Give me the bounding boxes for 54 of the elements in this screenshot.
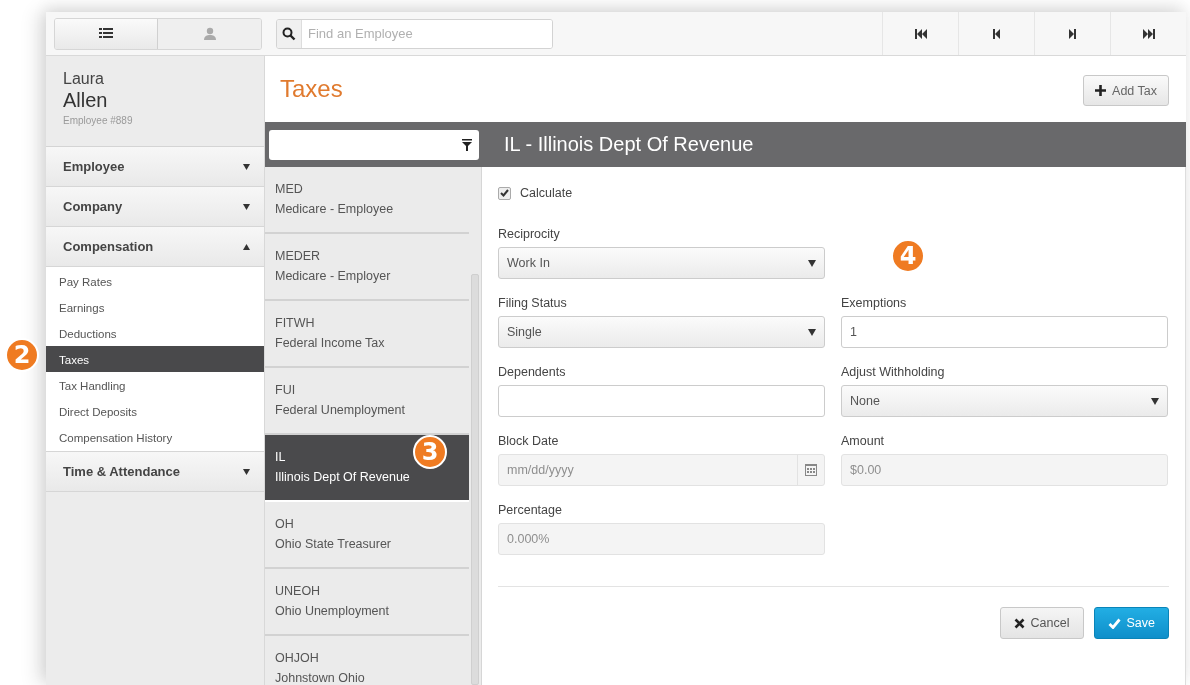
input-field[interactable]: 1 (841, 316, 1168, 348)
plus-icon (1095, 85, 1107, 96)
view-toggle-button[interactable] (158, 18, 261, 49)
check-icon (1107, 617, 1121, 629)
caret-down-icon (808, 259, 816, 267)
caret-down-icon (1151, 397, 1159, 405)
field-label: Amount (841, 434, 886, 449)
check-icon (500, 189, 509, 197)
calendar-icon (805, 464, 817, 476)
field-label: Exemptions (841, 296, 908, 311)
person-icon (202, 27, 217, 40)
first-page-icon (914, 27, 927, 40)
add-tax-button[interactable]: Add Tax (1083, 75, 1169, 106)
next-icon (1069, 27, 1076, 40)
nav-section-header[interactable]: Employee (46, 147, 264, 187)
view-toggle-button[interactable] (55, 18, 158, 49)
caret-up-icon (243, 243, 250, 250)
caret-down-icon (243, 468, 250, 475)
filter-field[interactable] (269, 129, 479, 160)
employee-first-name: Laura (63, 70, 105, 88)
field-label: Block Date (498, 434, 560, 449)
callout-badge: 2 (5, 338, 39, 372)
checkbox[interactable] (498, 186, 511, 200)
employee-number: Employee #889 (63, 115, 134, 126)
field-label: Reciprocity (498, 227, 561, 242)
last-page-icon (1142, 27, 1155, 40)
dropdown[interactable]: None (841, 385, 1168, 417)
caret-down-icon (243, 163, 250, 170)
filter-icon (462, 138, 472, 151)
dropdown[interactable]: Single (498, 316, 825, 348)
close-icon (1013, 617, 1025, 629)
previous-icon (993, 27, 1000, 40)
nav-section-header[interactable]: Compensation (46, 227, 264, 267)
field-label: Percentage (498, 503, 563, 518)
field-label: Dependents (498, 365, 567, 380)
caret-down-icon (808, 328, 816, 336)
dropdown[interactable]: Work In (498, 247, 825, 279)
field-label: Adjust Withholding (841, 365, 946, 380)
search-field[interactable]: Find an Employee (276, 18, 553, 49)
search-icon (282, 26, 296, 41)
employee-last-name: Allen (63, 88, 109, 112)
input-field[interactable] (498, 385, 825, 417)
field-label: Filing Status (498, 296, 568, 311)
list-icon (99, 27, 113, 40)
cancel-button[interactable]: Cancel (999, 607, 1084, 639)
caret-down-icon (243, 203, 250, 210)
view-toggle[interactable] (54, 17, 262, 50)
checkbox-label: Calculate (520, 186, 573, 200)
nav-item[interactable]: Taxes (46, 346, 264, 372)
nav-section-header[interactable]: Time & Attendance (46, 452, 264, 492)
detail-title: IL - Illinois Dept Of Revenue (504, 133, 754, 156)
page-title: Taxes (280, 75, 343, 103)
nav-section-header[interactable]: Company (46, 187, 264, 227)
scrollbar[interactable] (471, 274, 479, 685)
